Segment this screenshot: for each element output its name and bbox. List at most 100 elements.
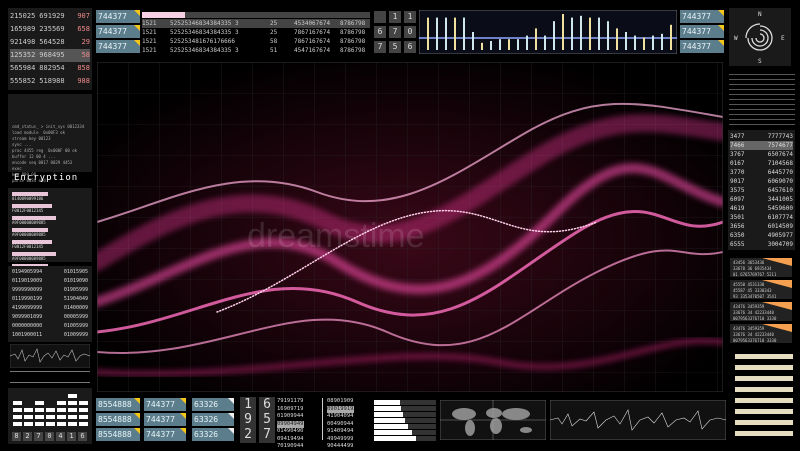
encryption-item: 0140090099186	[12, 196, 44, 201]
equalizer-digit: 1	[67, 432, 76, 441]
spectrum-bar	[517, 39, 519, 50]
right-number-row: 6555 3004709	[730, 240, 793, 249]
data-cell: 9099901099	[12, 314, 43, 320]
card-line: 93 3353470507 3541	[733, 294, 777, 299]
equalizer-segment	[79, 408, 88, 412]
equalizer-bars	[13, 394, 88, 426]
data-row: 0194905994 01015905	[12, 268, 88, 277]
equalizer-digit: 0	[45, 432, 54, 441]
big-digit: 5	[259, 412, 275, 428]
equalizer-digit: 2	[23, 432, 32, 441]
equalizer-segment	[13, 408, 22, 412]
value-tag[interactable]: 8554888	[96, 413, 140, 426]
equalizer-segment	[13, 401, 22, 405]
bar-fill	[374, 418, 405, 423]
value-tag[interactable]: 744377	[144, 428, 186, 441]
equalizer-segment	[35, 422, 44, 426]
right-number-row: 6350 4905977	[730, 231, 793, 240]
number-cell: 518988	[39, 77, 65, 85]
number-cell: 58	[81, 51, 90, 59]
value-tag[interactable]: 744377	[680, 40, 724, 53]
number-cell: 3770	[730, 169, 745, 176]
card-line: 01 6765769767 5211	[733, 272, 777, 277]
big-digit: 6	[259, 397, 275, 413]
spectrum-bar	[436, 17, 438, 51]
number-cell: 907	[77, 12, 90, 20]
value-tag[interactable]: 63326	[192, 428, 234, 441]
number-cell: 6457610	[767, 187, 793, 194]
left-data-columns: 0194905994 01015905 0119019009 01019090 9999…	[8, 266, 92, 342]
data-cell: 0119990199	[12, 296, 43, 302]
spectrum-bar	[616, 28, 618, 50]
spectrum-bar	[499, 39, 501, 50]
digit-cell: 6	[374, 26, 386, 38]
data-cell: 4199099999	[12, 305, 43, 311]
digit-cell: 6	[404, 41, 416, 53]
table-cell: 4547167674	[294, 47, 331, 54]
number-cell: 6350	[730, 232, 745, 239]
number-cell: 6507674	[767, 151, 793, 158]
right-number-row: 0167 7104568	[730, 159, 793, 168]
info-card: 43476 3459359 33676 34 42233440 0079563376…	[730, 302, 792, 321]
encryption-item: F0012F0012345	[12, 244, 44, 249]
right-number-row: 6097 3441005	[730, 195, 793, 204]
value-tag[interactable]: 744377	[96, 25, 140, 38]
top-progress-track	[142, 12, 370, 18]
number-cell: 7574677	[767, 142, 793, 149]
column-value: 90444499	[327, 443, 354, 449]
number-cell: 4619	[730, 205, 745, 212]
value-tag[interactable]: 8554888	[96, 398, 140, 411]
value-tag[interactable]: 744377	[680, 25, 724, 38]
number-cell: 565984	[10, 64, 36, 72]
spectrum-bar	[634, 35, 636, 50]
number-cell: 3004709	[767, 241, 793, 248]
table-cell: 8786798	[340, 29, 366, 36]
equalizer-segment	[13, 422, 22, 426]
value-tag[interactable]: 744377	[96, 40, 140, 53]
data-cell: 0119019009	[12, 278, 43, 284]
value-tag[interactable]: 744377	[96, 10, 140, 23]
big-digit: 7	[259, 427, 275, 443]
spectrum-bar	[544, 35, 546, 50]
value-tag[interactable]: 744377	[144, 413, 186, 426]
spectrum-bar	[490, 41, 492, 50]
value-tag[interactable]: 744377	[680, 10, 724, 23]
equalizer-segment	[68, 401, 77, 405]
spectrum-bar	[670, 24, 672, 50]
column-value: 41904094	[327, 413, 354, 419]
equalizer-digit: 8	[12, 432, 21, 441]
equalizer-segment	[24, 408, 33, 412]
encryption-item: A9F00000009885	[12, 220, 46, 225]
value-tag[interactable]: 8554888	[96, 428, 140, 441]
table-cell: 1521	[142, 29, 157, 36]
spectrum-bar	[472, 32, 474, 50]
column-value: 00490944	[327, 420, 354, 427]
number-cell: 858	[77, 64, 90, 72]
column-value: 09904949	[277, 420, 304, 428]
spectrum-bar	[589, 17, 591, 51]
number-row: 215025 691929 907	[10, 10, 90, 23]
number-cell: 3477	[730, 133, 745, 140]
equalizer-panel: 8270416	[8, 388, 92, 444]
column-value: 16909719	[277, 405, 304, 412]
data-cell: 51904049	[63, 296, 88, 302]
compass-panel: N E S W	[729, 8, 791, 66]
table-cell: 52525346834384335 3	[170, 20, 239, 27]
bar-fill	[374, 424, 409, 429]
spectrum-bar	[535, 28, 537, 50]
card-line: 0079563376710 3330	[733, 338, 777, 343]
number-cell: 3767	[730, 151, 745, 158]
data-cell: 0000000000	[12, 323, 43, 329]
digit-cell: 7	[374, 41, 386, 53]
number-cell: 7466	[730, 142, 745, 149]
bar-fill	[374, 430, 413, 435]
big-digit: 2	[240, 427, 256, 443]
data-row: 0119990199 51904049	[12, 295, 88, 304]
value-tag[interactable]: 63326	[192, 413, 234, 426]
right-small-table	[729, 70, 795, 126]
value-tag[interactable]: 63326	[192, 398, 234, 411]
spectrum-bar	[562, 14, 564, 50]
equalizer-digit: 6	[78, 432, 87, 441]
column-value: 91409494	[327, 428, 354, 434]
value-tag[interactable]: 744377	[144, 398, 186, 411]
